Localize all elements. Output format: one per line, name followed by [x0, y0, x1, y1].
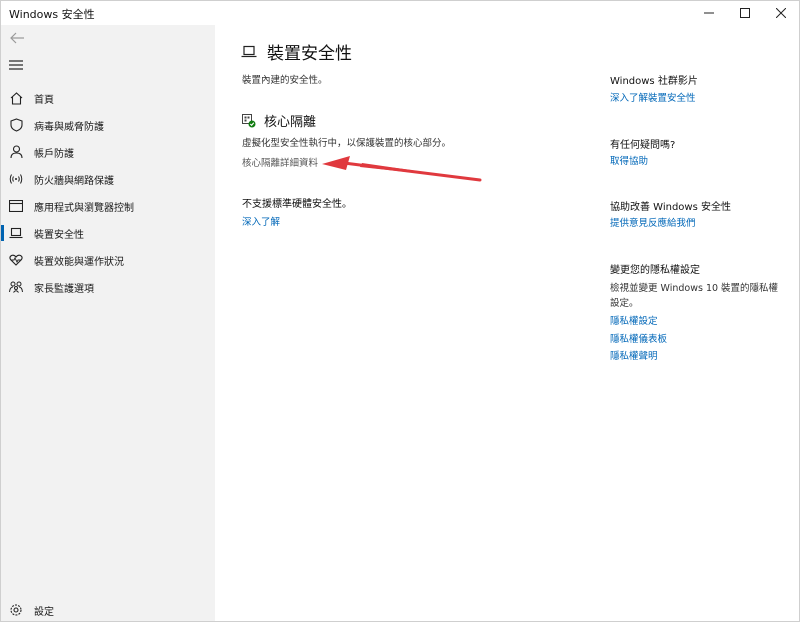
core-isolation-details-link[interactable]: 核心隔離詳細資料 — [242, 155, 318, 169]
home-icon — [9, 91, 23, 105]
gear-icon — [9, 603, 23, 617]
community-videos-link[interactable]: 深入了解裝置安全性 — [610, 90, 696, 104]
community-videos-heading: Windows 社群影片 — [610, 76, 698, 87]
sidebar-item-label: 裝置效能與運作狀況 — [34, 256, 124, 268]
app-window-icon — [9, 199, 23, 213]
sidebar-item-label: 病毒與威脅防護 — [34, 121, 104, 133]
person-icon — [9, 145, 23, 159]
feedback-link[interactable]: 提供意見反應給我們 — [610, 215, 696, 229]
sidebar-item-virus-protection[interactable]: 病毒與威脅防護 — [1, 112, 215, 138]
learn-more-link[interactable]: 深入了解 — [242, 214, 280, 228]
minimize-icon — [704, 12, 714, 14]
core-isolation-title: 核心隔離 — [264, 115, 317, 130]
wireless-icon — [9, 172, 23, 186]
settings-label: 設定 — [34, 606, 54, 618]
page-subtitle: 裝置內建的安全性。 — [242, 75, 328, 86]
sidebar-item-label: 首頁 — [34, 94, 54, 106]
hardware-security-status: 不支援標準硬體安全性。 — [242, 199, 352, 210]
core-isolation-icon — [242, 113, 256, 127]
sidebar-item-app-browser-control[interactable]: 應用程式與瀏覽器控制 — [1, 193, 215, 219]
sidebar: 首頁 病毒與威脅防護 帳戶防護 防火牆與網路保護 應用程式與瀏覽器控制 裝置安全… — [1, 25, 215, 621]
sidebar-item-label: 裝置安全性 — [34, 229, 84, 241]
sidebar-item-device-security[interactable]: 裝置安全性 — [1, 220, 215, 246]
page-header: 裝置安全性 — [241, 39, 352, 64]
sidebar-item-firewall[interactable]: 防火牆與網路保護 — [1, 166, 215, 192]
sidebar-item-label: 帳戶防護 — [34, 148, 74, 160]
shield-icon — [9, 118, 23, 132]
app-window: Windows 安全性 首頁 病毒與威脅防護 帳戶防護 防火牆與網路保護 應用程… — [0, 0, 800, 622]
sidebar-item-label: 家長監護選項 — [34, 283, 94, 295]
sidebar-item-device-performance[interactable]: 裝置效能與運作狀況 — [1, 247, 215, 273]
improve-heading: 協助改善 Windows 安全性 — [610, 202, 731, 213]
sidebar-item-account-protection[interactable]: 帳戶防護 — [1, 139, 215, 165]
privacy-statement-link[interactable]: 隱私權聲明 — [610, 348, 658, 362]
privacy-description: 檢視並變更 Windows 10 裝置的隱私權設定。 — [610, 283, 779, 309]
laptop-icon — [9, 226, 23, 240]
main-content: 裝置安全性 裝置內建的安全性。 核心隔離 虛擬化型安全性執行中，以保護裝置的核心… — [215, 25, 799, 621]
back-arrow-icon[interactable] — [9, 31, 25, 45]
maximize-button[interactable] — [727, 1, 763, 25]
help-heading: 有任何疑問嗎? — [610, 140, 676, 151]
privacy-dashboard-link[interactable]: 隱私權儀表板 — [610, 331, 667, 345]
close-icon — [776, 8, 786, 18]
core-isolation-description: 虛擬化型安全性執行中，以保護裝置的核心部分。 — [242, 138, 452, 149]
laptop-icon — [241, 45, 257, 58]
window-title: Windows 安全性 — [9, 8, 95, 21]
sidebar-item-home[interactable]: 首頁 — [1, 85, 215, 111]
get-help-link[interactable]: 取得協助 — [610, 153, 648, 167]
minimize-button[interactable] — [691, 1, 727, 25]
close-button[interactable] — [763, 1, 799, 25]
heart-icon — [9, 253, 23, 267]
sidebar-item-label: 防火牆與網路保護 — [34, 175, 114, 187]
privacy-heading: 變更您的隱私權設定 — [610, 265, 700, 276]
maximize-icon — [740, 8, 750, 18]
sidebar-item-settings[interactable]: 設定 — [1, 597, 215, 623]
sidebar-item-family-options[interactable]: 家長監護選項 — [1, 274, 215, 300]
title-bar: Windows 安全性 — [1, 1, 799, 25]
core-isolation-header: 核心隔離 — [242, 111, 316, 130]
family-icon — [9, 280, 23, 294]
sidebar-item-label: 應用程式與瀏覽器控制 — [34, 202, 134, 214]
privacy-settings-link[interactable]: 隱私權設定 — [610, 313, 658, 327]
hamburger-menu-icon[interactable] — [9, 59, 23, 71]
page-title: 裝置安全性 — [267, 44, 352, 64]
